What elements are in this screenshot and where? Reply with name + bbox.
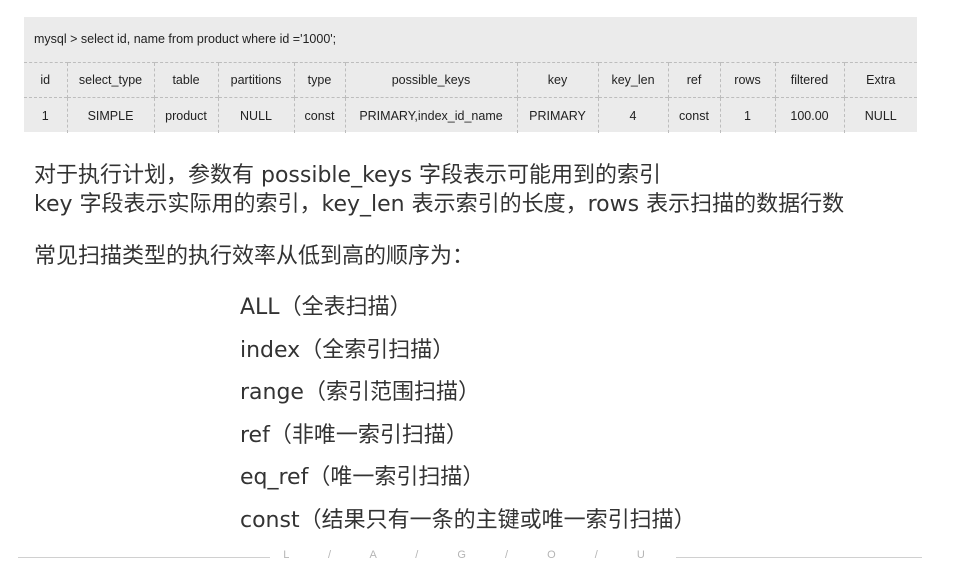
column-header: select_type: [66, 62, 154, 98]
column-header: rows: [719, 62, 775, 98]
sql-query: mysql > select id, name from product whe…: [34, 32, 337, 46]
list-item: eq_ref（唯一索引扫描）: [240, 465, 485, 490]
explain-table: id select_type table partitions type pos…: [24, 62, 917, 133]
table-cell: 100.00: [774, 97, 844, 133]
table-cell: NULL: [217, 97, 294, 133]
column-header: key_len: [597, 62, 668, 98]
list-item: ref（非唯一索引扫描）: [240, 422, 468, 448]
table-cell: product: [153, 97, 218, 133]
table-cell: PRIMARY,index_id_name: [344, 97, 517, 133]
column-header: table: [153, 62, 218, 98]
table-cell: const: [667, 97, 720, 133]
footer-divider-left: [18, 557, 270, 558]
column-header: type: [293, 62, 345, 98]
scan-order-heading: 常见扫描类型的执行效率从低到高的顺序为：: [34, 244, 475, 269]
list-item: index（全索引扫描）: [240, 337, 455, 363]
column-header: Extra: [843, 62, 917, 98]
footer-divider-right: [676, 557, 922, 558]
explanation-line-possible-keys: 对于执行计划，参数有 possible_keys 字段表示可能用到的索引: [34, 163, 662, 188]
table-cell: 1: [24, 97, 67, 133]
table-header-row: id select_type table partitions type pos…: [24, 62, 917, 98]
list-item: range（索引范围扫描）: [240, 380, 480, 405]
table-cell: 4: [597, 97, 668, 133]
scan-type-list: ALL（全表扫描） index（全索引扫描） range（索引范围扫描） ref…: [240, 291, 696, 546]
explain-output-panel: mysql > select id, name from product whe…: [24, 17, 917, 133]
table-cell: NULL: [843, 97, 917, 133]
list-item: const（结果只有一条的主键或唯一索引扫描）: [240, 507, 696, 533]
column-header: key: [516, 62, 598, 98]
table-cell: SIMPLE: [66, 97, 154, 133]
list-item: ALL（全表扫描）: [240, 295, 412, 320]
table-cell: 1: [719, 97, 775, 133]
column-header: partitions: [217, 62, 294, 98]
column-header: filtered: [774, 62, 844, 98]
column-header: id: [24, 62, 67, 98]
column-header: ref: [667, 62, 720, 98]
table-row: 1 SIMPLE product NULL const PRIMARY,inde…: [24, 97, 917, 133]
table-cell: const: [293, 97, 345, 133]
explanation-line-key: key 字段表示实际用的索引，key_len 表示索引的长度，rows 表示扫描…: [34, 192, 845, 217]
column-header: possible_keys: [344, 62, 517, 98]
table-cell: PRIMARY: [516, 97, 598, 133]
footer-brand: L / A / G / O / U: [283, 549, 663, 561]
